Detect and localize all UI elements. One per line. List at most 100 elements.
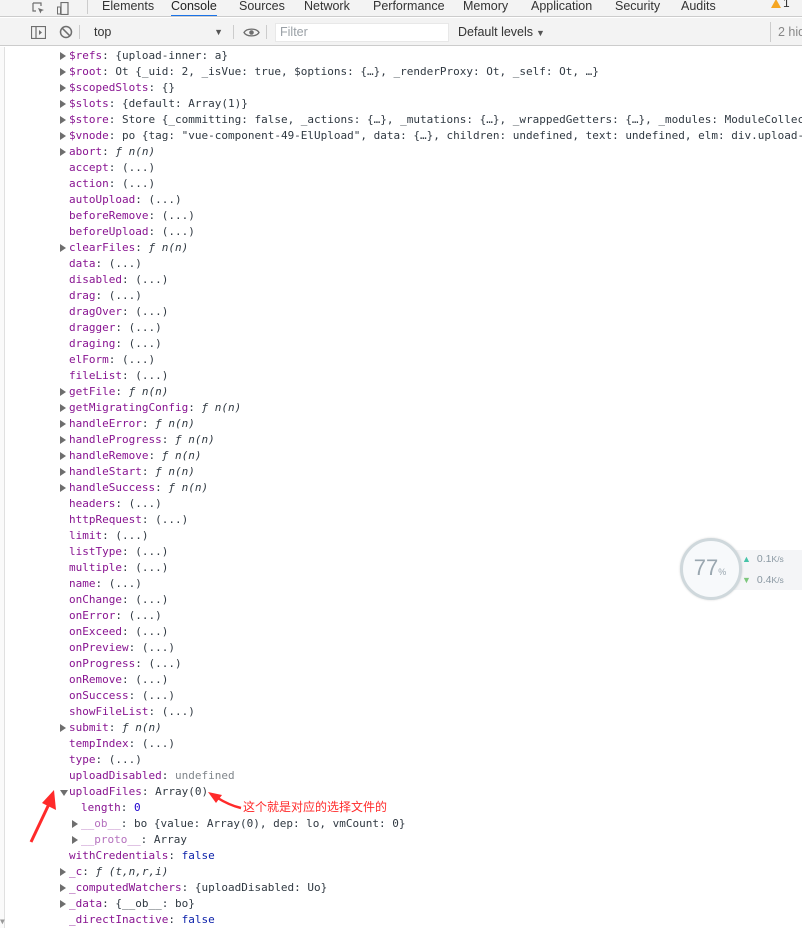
property-separator: : xyxy=(121,593,136,606)
upload-rate: ▲ 0.1K/s xyxy=(742,553,784,565)
property-value: (...) xyxy=(108,289,142,302)
property-name: _c xyxy=(69,865,83,878)
property-separator: : xyxy=(95,289,109,302)
property-separator: : xyxy=(128,737,142,750)
property-value: (...) xyxy=(128,321,162,334)
console-output: ▼ $refs: {upload-inner: a} $root: Ot {_ui… xyxy=(0,47,802,928)
context-selector[interactable]: top ▼ xyxy=(85,22,227,42)
property-value: ƒ n(n) xyxy=(201,401,242,414)
filter-input[interactable]: Filter xyxy=(275,23,449,42)
property-separator: : xyxy=(181,881,195,894)
property-value: false xyxy=(181,913,215,926)
warnings-badge[interactable]: 1 xyxy=(771,0,790,10)
property-name: $vnode xyxy=(69,129,109,142)
property-separator: : xyxy=(115,385,129,398)
toolbar-divider xyxy=(79,25,80,39)
property-name: _data xyxy=(69,897,103,910)
cpu-percent: 77 xyxy=(693,555,719,580)
property-value: (...) xyxy=(135,369,169,382)
property-name: headers xyxy=(69,497,116,510)
devtools-tab-bar: Elements Console Sources Network Perform… xyxy=(0,0,802,17)
property-separator: : xyxy=(141,417,156,430)
property-separator: : xyxy=(108,129,122,142)
property-separator: : xyxy=(155,481,169,494)
tab-elements[interactable]: Elements xyxy=(102,0,154,16)
collapsed-triangle-icon[interactable] xyxy=(60,420,66,428)
download-arrow-icon: ▼ xyxy=(742,575,751,585)
property-value: po {tag: "vue-component-49-ElUpload", da… xyxy=(122,129,802,142)
property-value: {default: Array(1)} xyxy=(122,97,248,110)
property-name: autoUpload xyxy=(69,193,136,206)
collapsed-triangle-icon[interactable] xyxy=(60,724,66,732)
collapsed-triangle-icon[interactable] xyxy=(60,100,66,108)
property-name: onSuccess xyxy=(69,689,129,702)
tab-sources[interactable]: Sources xyxy=(239,0,285,16)
property-separator: : xyxy=(115,609,129,622)
sidebar-toggle-icon[interactable] xyxy=(30,25,46,39)
property-separator: : xyxy=(161,433,175,446)
collapsed-triangle-icon[interactable] xyxy=(60,116,66,124)
collapsed-triangle-icon[interactable] xyxy=(60,148,66,156)
property-separator: : xyxy=(148,81,162,94)
log-levels-dropdown[interactable]: Default levels ▼ xyxy=(458,22,545,42)
property-value: (...) xyxy=(135,273,169,286)
collapsed-triangle-icon[interactable] xyxy=(72,820,78,828)
collapsed-triangle-icon[interactable] xyxy=(60,404,66,412)
clear-console-icon[interactable] xyxy=(58,25,74,39)
collapsed-triangle-icon[interactable] xyxy=(60,52,66,60)
property-separator: : xyxy=(148,705,162,718)
property-name: onRemove xyxy=(69,673,122,686)
scroll-down-icon[interactable]: ▼ xyxy=(0,917,5,926)
collapsed-triangle-icon[interactable] xyxy=(60,484,66,492)
collapsed-triangle-icon[interactable] xyxy=(60,468,66,476)
collapsed-triangle-icon[interactable] xyxy=(60,452,66,460)
property-name: beforeRemove xyxy=(69,209,149,222)
collapsed-triangle-icon[interactable] xyxy=(72,836,78,844)
collapsed-triangle-icon[interactable] xyxy=(60,132,66,140)
property-value: ƒ n(n) xyxy=(161,449,202,462)
property-name: clearFiles xyxy=(69,241,136,254)
rate-unit: K/s xyxy=(771,575,784,585)
tab-console[interactable]: Console xyxy=(171,0,217,16)
property-value: {__ob__: bo} xyxy=(115,897,195,910)
property-separator: : xyxy=(148,225,162,238)
property-name: disabled xyxy=(69,273,122,286)
tab-performance[interactable]: Performance xyxy=(373,0,445,16)
property-value: {upload-inner: a} xyxy=(115,49,228,62)
collapsed-triangle-icon[interactable] xyxy=(60,68,66,76)
console-toolbar: top ▼ Filter Default levels▼ 2 hid xyxy=(0,18,802,46)
tab-application[interactable]: Application xyxy=(531,0,592,16)
expanded-triangle-icon[interactable] xyxy=(60,790,68,796)
property-name: abort xyxy=(69,145,103,158)
property-separator: : xyxy=(115,497,129,510)
property-separator: : xyxy=(120,817,134,830)
property-value: (...) xyxy=(128,337,162,350)
tab-network[interactable]: Network xyxy=(304,0,350,16)
property-name: dragger xyxy=(69,321,116,334)
property-value: (...) xyxy=(128,497,162,510)
collapsed-triangle-icon[interactable] xyxy=(60,436,66,444)
inspect-element-icon[interactable] xyxy=(31,0,45,16)
collapsed-triangle-icon[interactable] xyxy=(60,84,66,92)
tab-audits[interactable]: Audits xyxy=(681,0,716,16)
property-value: {} xyxy=(161,81,175,94)
live-expression-eye-icon[interactable] xyxy=(242,25,260,39)
property-value: (...) xyxy=(141,689,175,702)
annotation-text: 这个就是对应的选择文件的 xyxy=(243,800,388,814)
console-gutter: ▼ xyxy=(0,47,5,928)
tab-security[interactable]: Security xyxy=(615,0,660,16)
collapsed-triangle-icon[interactable] xyxy=(60,244,66,252)
warning-icon xyxy=(771,0,781,8)
property-name: getFile xyxy=(69,385,116,398)
tab-memory[interactable]: Memory xyxy=(463,0,508,16)
collapsed-triangle-icon[interactable] xyxy=(60,884,66,892)
property-name: $refs xyxy=(69,49,103,62)
collapsed-triangle-icon[interactable] xyxy=(60,900,66,908)
property-value: (...) xyxy=(135,561,169,574)
property-separator: : xyxy=(115,337,129,350)
property-value: (...) xyxy=(122,353,156,366)
collapsed-triangle-icon[interactable] xyxy=(60,868,66,876)
property-name: onPreview xyxy=(69,641,129,654)
collapsed-triangle-icon[interactable] xyxy=(60,388,66,396)
device-toolbar-icon[interactable] xyxy=(56,0,72,16)
